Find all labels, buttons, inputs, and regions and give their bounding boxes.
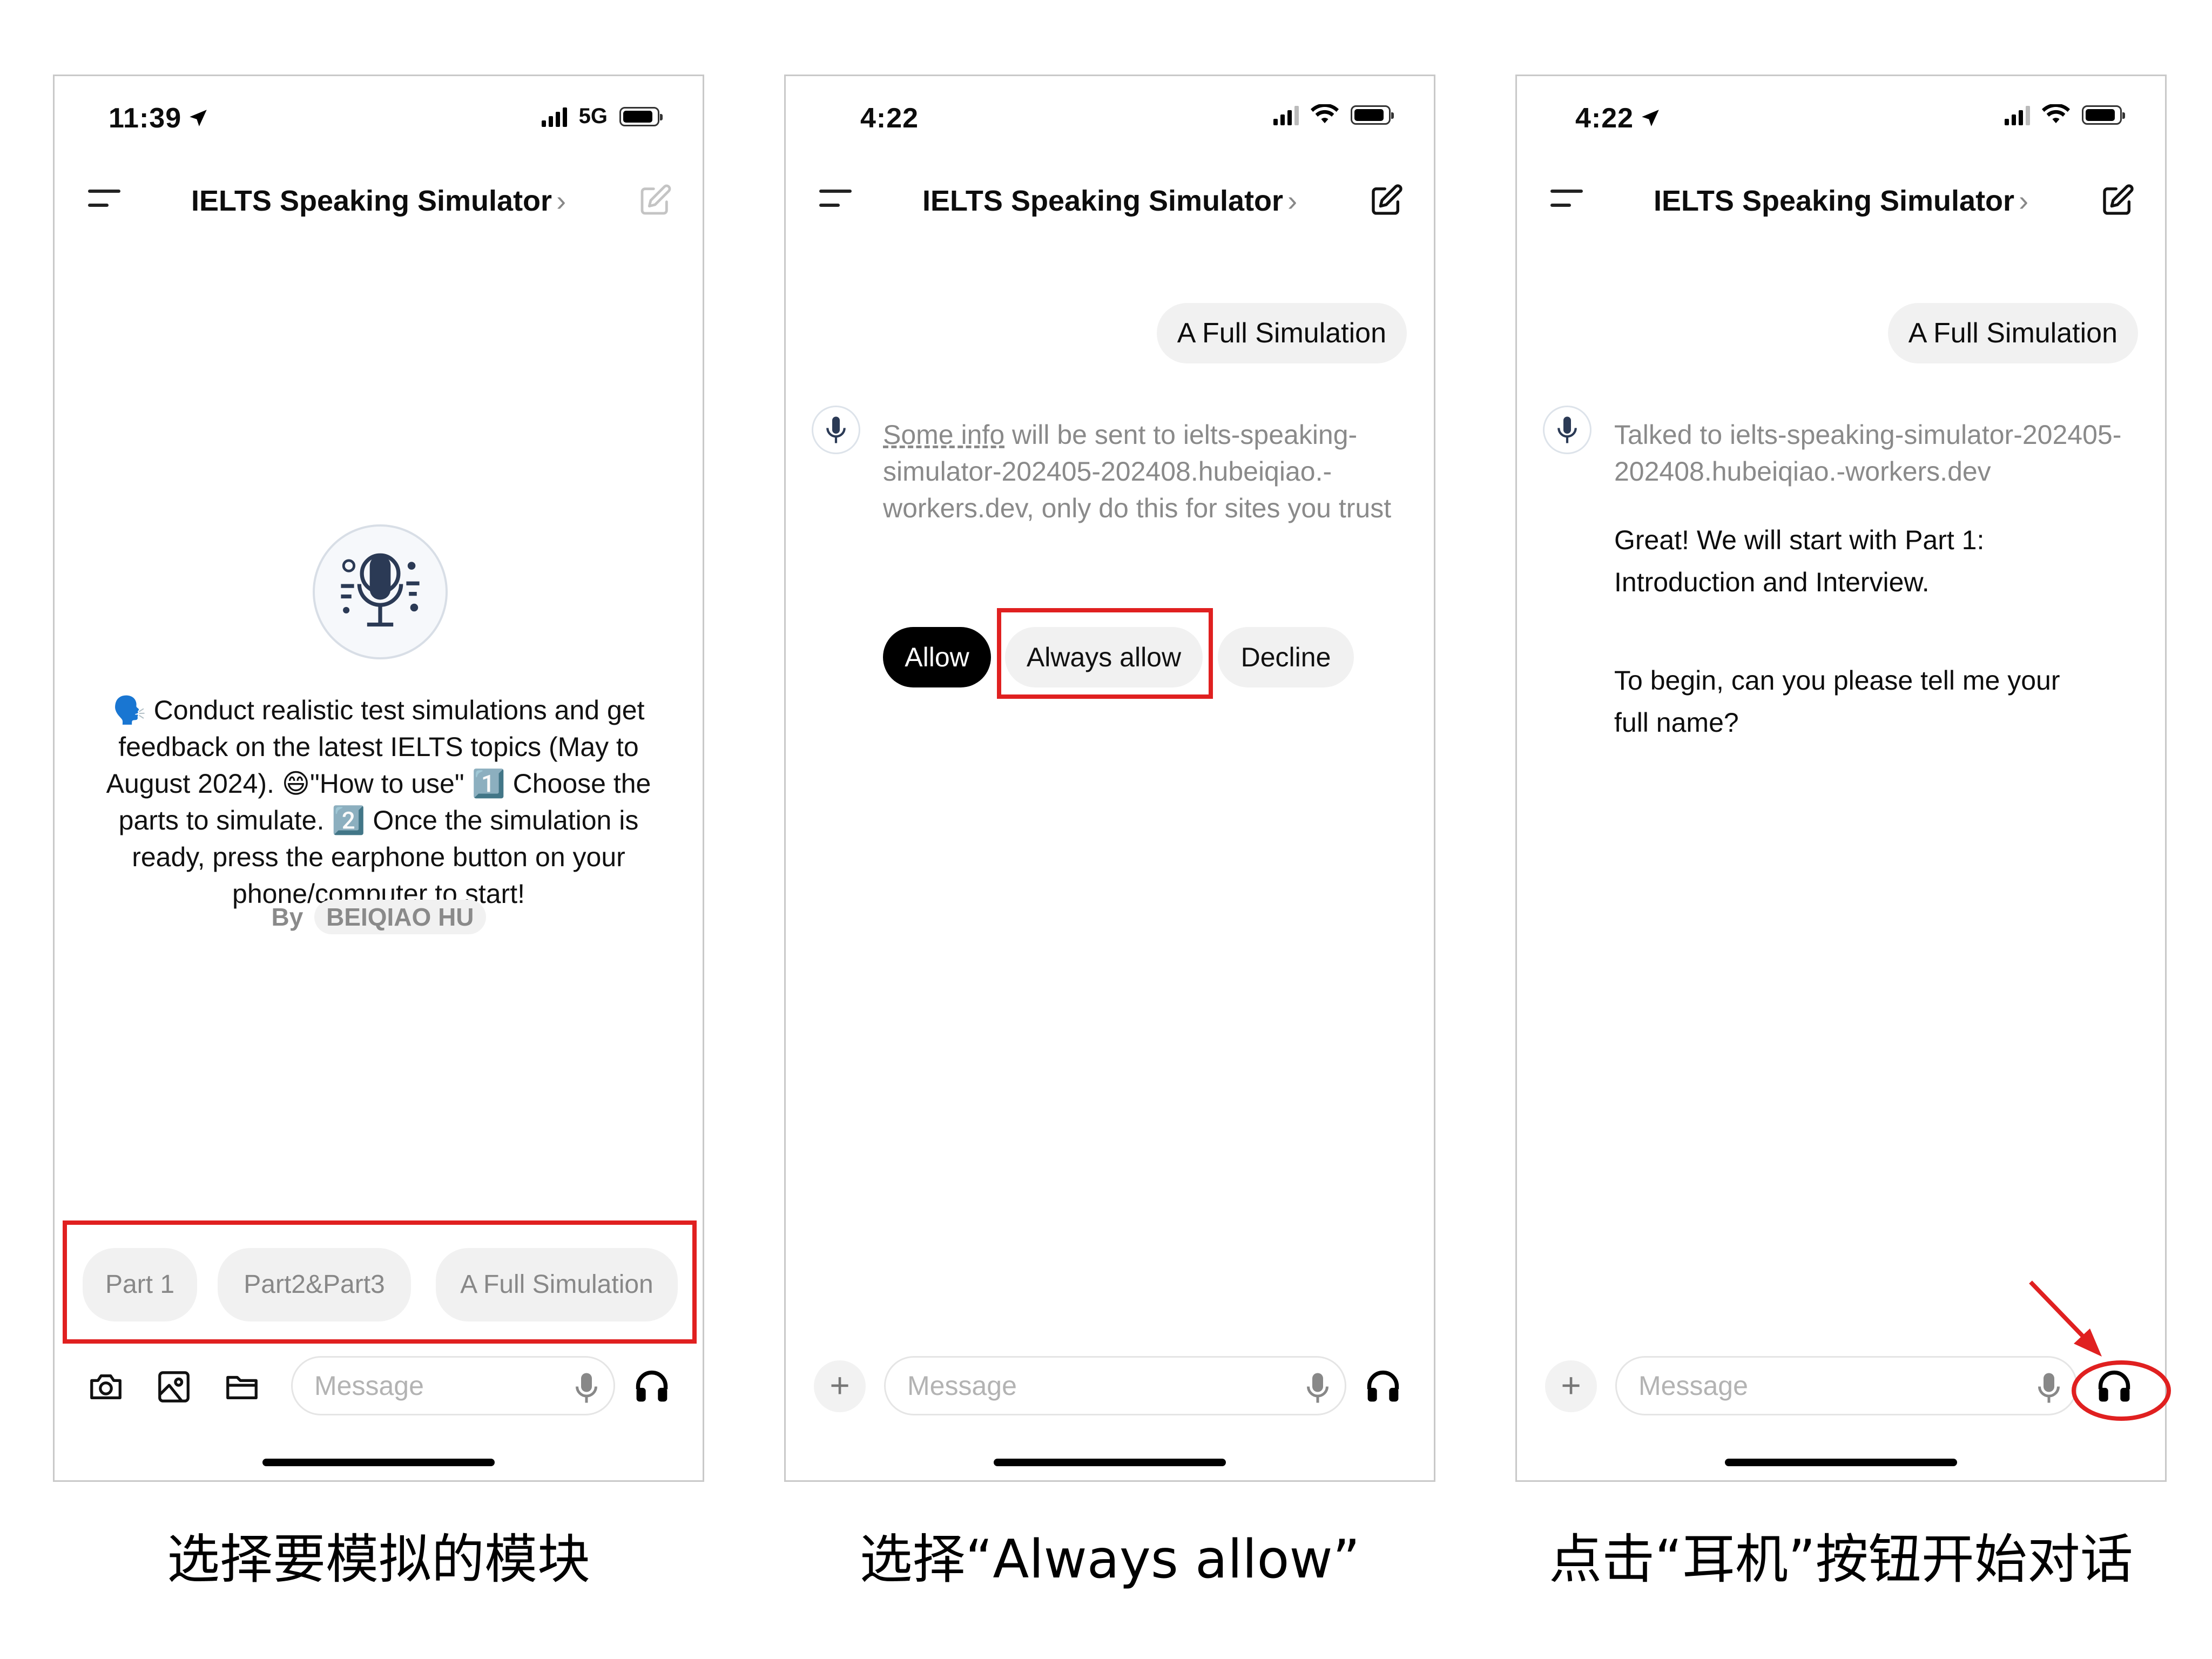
plus-icon[interactable]: + bbox=[814, 1360, 866, 1412]
composer: Message bbox=[55, 1356, 703, 1421]
mic-icon[interactable] bbox=[1307, 1372, 1328, 1404]
status-time: 4:22 bbox=[860, 103, 919, 134]
caption-3: 点击“耳机”按钮开始对话 bbox=[1549, 1529, 2133, 1590]
signal-icon bbox=[2005, 105, 2030, 125]
status-time: 4:22 bbox=[1575, 102, 1662, 134]
network-label: 5G bbox=[578, 104, 608, 128]
allow-button[interactable]: Allow bbox=[883, 627, 991, 687]
camera-icon[interactable] bbox=[87, 1368, 125, 1406]
highlight-box-suggestions bbox=[63, 1220, 697, 1344]
bot-avatar-icon bbox=[1543, 406, 1591, 454]
chat-header: IELTS Speaking Simulator › bbox=[1517, 168, 2165, 233]
status-indicators: 5G bbox=[541, 104, 663, 129]
decline-button[interactable]: Decline bbox=[1218, 627, 1354, 687]
location-arrow-icon bbox=[190, 110, 207, 126]
highlight-box-always-allow bbox=[997, 608, 1213, 699]
message-input[interactable]: Message bbox=[1615, 1356, 2078, 1415]
highlight-ellipse-headphones bbox=[2072, 1360, 2171, 1421]
status-time: 11:39 bbox=[109, 102, 210, 134]
edit-icon[interactable] bbox=[638, 183, 672, 218]
gpt-title[interactable]: IELTS Speaking Simulator › bbox=[1517, 184, 2165, 218]
gpt-title[interactable]: IELTS Speaking Simulator › bbox=[786, 184, 1434, 218]
signal-icon bbox=[1273, 105, 1299, 125]
edit-icon[interactable] bbox=[2100, 183, 2135, 218]
tool-notice: Some info will be sent to ielts-speaking… bbox=[883, 420, 1392, 523]
wifi-icon bbox=[1311, 104, 1339, 124]
message-input[interactable]: Message bbox=[884, 1356, 1346, 1415]
bot-avatar-icon bbox=[812, 406, 860, 454]
status-indicators bbox=[1273, 104, 1394, 126]
phone-screen-2: 4:22 IELTS Speaking Simulator › A Full Si… bbox=[784, 75, 1435, 1482]
location-arrow-icon bbox=[1642, 110, 1659, 126]
author-row: By BEIQIAO HU bbox=[55, 900, 703, 934]
composer: + Message bbox=[786, 1356, 1434, 1421]
folder-icon[interactable] bbox=[223, 1368, 261, 1406]
gpt-description: 🗣️ Conduct realistic test simulations an… bbox=[106, 695, 651, 909]
author-badge[interactable]: BEIQIAO HU bbox=[314, 900, 486, 934]
gpt-title[interactable]: IELTS Speaking Simulator › bbox=[55, 184, 703, 218]
plus-icon[interactable]: + bbox=[1545, 1360, 1597, 1412]
image-icon[interactable] bbox=[155, 1368, 193, 1406]
home-indicator bbox=[994, 1459, 1226, 1466]
some-info-link[interactable]: Some info bbox=[883, 420, 1004, 450]
home-indicator bbox=[1725, 1459, 1957, 1466]
mic-icon[interactable] bbox=[576, 1372, 597, 1404]
status-indicators bbox=[2005, 104, 2125, 126]
caption-1: 选择要模拟的模块 bbox=[166, 1529, 590, 1590]
user-message-bubble: A Full Simulation bbox=[1887, 303, 2138, 363]
gpt-logo bbox=[313, 524, 448, 659]
chevron-right-icon: › bbox=[556, 185, 567, 217]
signal-icon bbox=[541, 106, 567, 127]
chevron-right-icon: › bbox=[1287, 185, 1298, 217]
edit-icon[interactable] bbox=[1369, 183, 1404, 218]
wifi-icon bbox=[2042, 104, 2070, 124]
caption-2: 选择“Always allow” bbox=[859, 1529, 1360, 1590]
battery-icon bbox=[619, 106, 663, 126]
chat-header: IELTS Speaking Simulator › bbox=[786, 168, 1434, 233]
headphones-icon[interactable] bbox=[633, 1368, 670, 1405]
battery-icon bbox=[1351, 105, 1394, 125]
tool-talked-notice: Talked to ielts-speaking-simulator-20240… bbox=[1614, 420, 2122, 487]
home-indicator bbox=[262, 1459, 495, 1466]
by-label: By bbox=[271, 903, 304, 931]
chat-header: IELTS Speaking Simulator › bbox=[55, 168, 703, 233]
chevron-right-icon: › bbox=[2019, 185, 2029, 217]
battery-icon bbox=[2082, 105, 2125, 125]
phone-screen-3: 4:22 IELTS Speaking Simulator › A Full Si… bbox=[1515, 75, 2167, 1482]
headphones-icon[interactable] bbox=[1365, 1368, 1401, 1405]
assistant-reply-2: To begin, can you please tell me your fu… bbox=[1614, 665, 2060, 738]
user-message-bubble: A Full Simulation bbox=[1156, 303, 1407, 363]
assistant-reply-1: Great! We will start with Part 1: Introd… bbox=[1614, 525, 1985, 597]
microphone-logo-icon bbox=[341, 553, 420, 627]
message-input[interactable]: Message bbox=[291, 1356, 615, 1415]
